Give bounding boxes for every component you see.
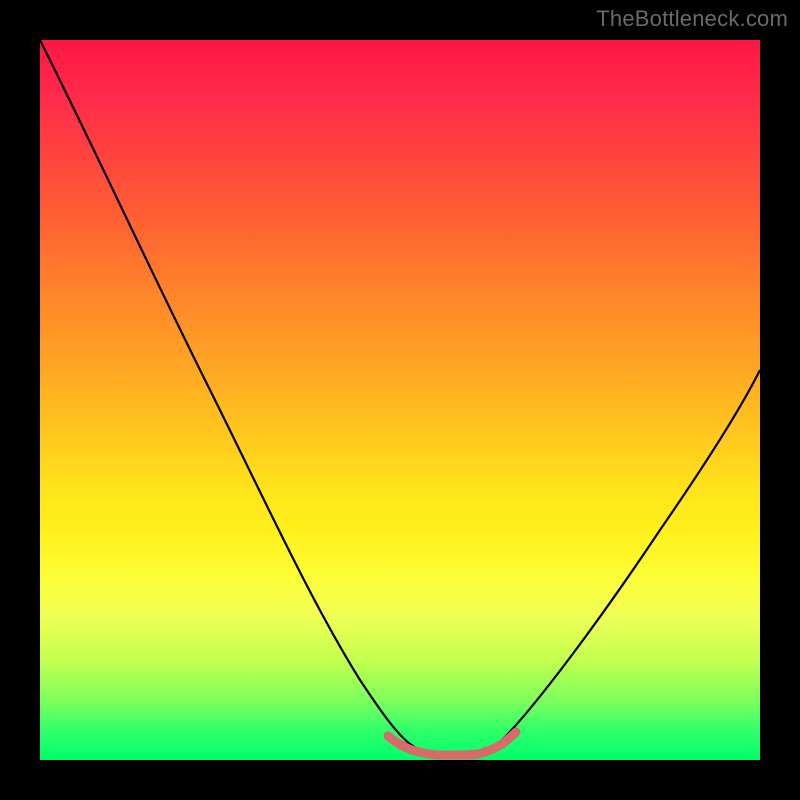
watermark-text: TheBottleneck.com (596, 6, 788, 32)
bottleneck-curve-path (40, 40, 760, 756)
plot-area (40, 40, 760, 760)
chart-frame: TheBottleneck.com (0, 0, 800, 800)
curve-svg (40, 40, 760, 760)
